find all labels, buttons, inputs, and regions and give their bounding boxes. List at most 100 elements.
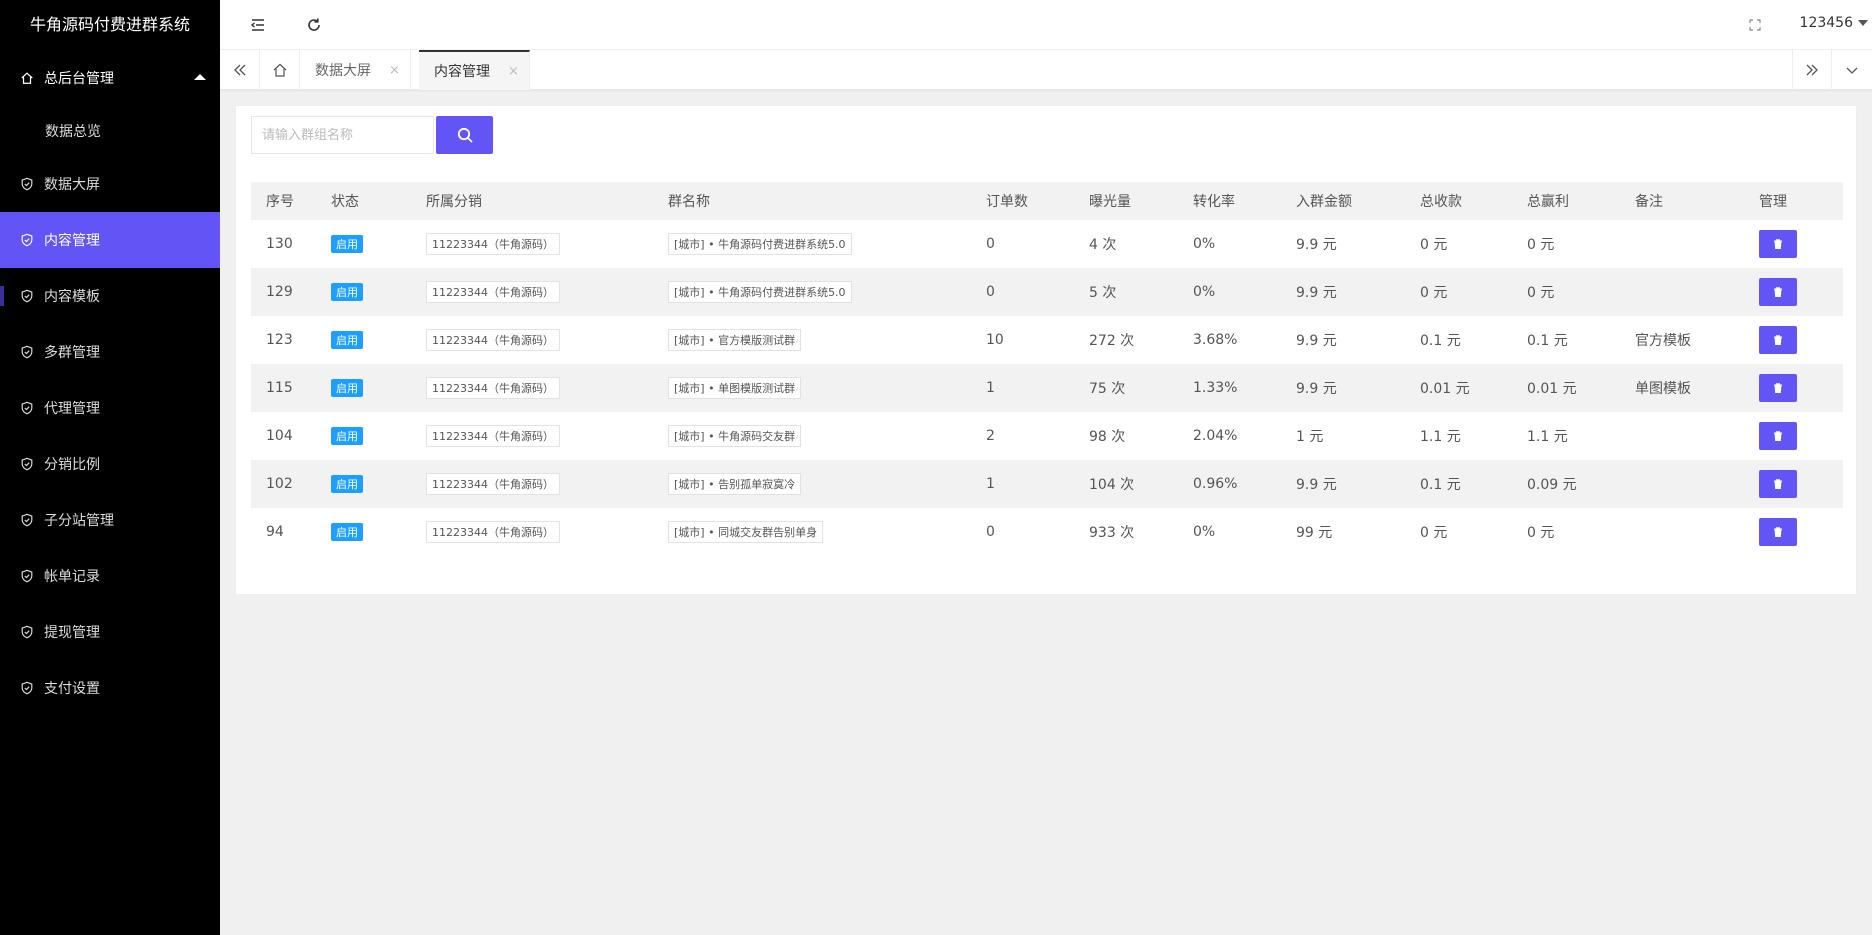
distributor-tag: 11223344（牛角源码） [426, 521, 560, 543]
tab-content-management[interactable]: 内容管理 × [419, 50, 530, 90]
distributor-tag: 11223344（牛角源码） [426, 425, 560, 447]
cell-price: 9.9 元 [1281, 268, 1405, 316]
sidebar-item-content-management[interactable]: 内容管理 [0, 212, 220, 268]
cell-rate: 0.96% [1178, 460, 1281, 508]
cell-views: 933 次 [1089, 525, 1135, 541]
search-button[interactable] [436, 116, 493, 154]
status-badge: 启用 [331, 379, 363, 397]
table-row: 102 启用 11223344（牛角源码） [城市] • 告别孤单寂寞冷 1 1… [251, 460, 1843, 508]
sidebar-item-label: 子分站管理 [44, 513, 114, 529]
shield-check-icon [20, 177, 34, 191]
sidebar-item-admin[interactable]: 总后台管理 [0, 50, 220, 106]
table-row: 94 启用 11223344（牛角源码） [城市] • 同城交友群告别单身 0 … [251, 508, 1843, 556]
cell-orders: 1 [971, 364, 1074, 412]
close-icon[interactable]: × [389, 63, 400, 78]
sidebar-item-multi-group[interactable]: 多群管理 [0, 324, 220, 380]
cell-views: 4 次 [1089, 237, 1117, 253]
cell-revenue: 0 元 [1420, 525, 1448, 541]
cell-price: 9.9 元 [1296, 333, 1337, 349]
home-tab-icon[interactable] [260, 50, 300, 90]
sidebar-item-agent[interactable]: 代理管理 [0, 380, 220, 436]
sidebar-item-withdraw[interactable]: 提现管理 [0, 604, 220, 660]
sidebar-item-substation[interactable]: 子分站管理 [0, 492, 220, 548]
search-input[interactable] [251, 116, 434, 154]
status-badge: 启用 [331, 235, 363, 253]
cell-revenue: 0.01 元 [1405, 364, 1512, 412]
group-name-tag: [城市] • 官方模版测试群 [668, 329, 802, 351]
cell-orders: 2 [986, 428, 995, 444]
cell-note [1620, 508, 1744, 556]
cell-manage [1744, 364, 1843, 412]
sidebar-item-content-template[interactable]: 内容模板 [0, 268, 220, 324]
col-header-orders: 订单数 [971, 182, 1074, 220]
cell-manage [1744, 220, 1843, 268]
cell-id: 129 [251, 268, 316, 316]
fullscreen-icon[interactable] [1744, 14, 1766, 36]
cell-orders: 1 [971, 460, 1074, 508]
cell-status: 启用 [316, 268, 411, 316]
delete-button[interactable] [1759, 230, 1797, 258]
cell-manage [1744, 412, 1843, 460]
delete-button[interactable] [1759, 278, 1797, 306]
user-menu[interactable]: 123456 [1800, 15, 1868, 31]
cell-orders: 0 [986, 236, 995, 252]
sidebar-item-label: 帐单记录 [44, 569, 100, 585]
tabs-scroll-right-icon[interactable] [1792, 50, 1832, 90]
cell-distributor: 11223344（牛角源码） [411, 268, 653, 316]
cell-revenue: 1.1 元 [1420, 429, 1461, 445]
trash-icon [1772, 334, 1784, 346]
sidebar-item-label: 数据总览 [45, 124, 101, 140]
shield-check-icon [20, 625, 34, 639]
sidebar-item-payment[interactable]: 支付设置 [0, 660, 220, 716]
cell-id: 123 [266, 332, 293, 348]
status-badge: 启用 [331, 523, 363, 541]
menu-toggle-icon[interactable] [247, 14, 269, 36]
sidebar-item-overview[interactable]: 数据总览 [0, 106, 220, 156]
cell-group-name: [城市] • 牛角源码付费进群系统5.0 [653, 220, 971, 268]
cell-status: 启用 [316, 508, 411, 556]
table-row: 130 启用 11223344（牛角源码） [城市] • 牛角源码付费进群系统5… [251, 220, 1843, 268]
col-header-group-name: 群名称 [653, 182, 971, 220]
cell-profit: 0 元 [1527, 525, 1555, 541]
cell-id: 102 [251, 460, 316, 508]
cell-id: 130 [266, 236, 293, 252]
sidebar-item-big-screen[interactable]: 数据大屏 [0, 156, 220, 212]
close-icon[interactable]: × [508, 64, 519, 79]
sidebar-item-label: 提现管理 [44, 625, 100, 641]
sidebar-item-billing[interactable]: 帐单记录 [0, 548, 220, 604]
cell-profit: 0.1 元 [1527, 333, 1568, 349]
cell-orders: 10 [986, 332, 1004, 348]
delete-button[interactable] [1759, 326, 1797, 354]
tabs-scroll-left-icon[interactable] [220, 50, 260, 90]
sidebar-item-label: 支付设置 [44, 681, 100, 697]
cell-id: 115 [251, 364, 316, 412]
tab-big-screen[interactable]: 数据大屏 × [300, 50, 411, 90]
shield-check-icon [20, 457, 34, 471]
delete-button[interactable] [1759, 518, 1797, 546]
delete-button[interactable] [1759, 470, 1797, 498]
refresh-icon[interactable] [303, 14, 325, 36]
sidebar-item-distribution-ratio[interactable]: 分销比例 [0, 436, 220, 492]
delete-button[interactable] [1759, 422, 1797, 450]
col-header-revenue: 总收款 [1405, 182, 1512, 220]
cell-distributor: 11223344（牛角源码） [411, 220, 653, 268]
cell-status: 启用 [316, 460, 411, 508]
groups-table: 序号 状态 所属分销 群名称 订单数 曝光量 转化率 入群金额 总收款 总赢利 … [251, 182, 1843, 556]
cell-orders: 0 [971, 268, 1074, 316]
cell-status: 启用 [316, 220, 411, 268]
cell-manage [1744, 508, 1843, 556]
table-header-row: 序号 状态 所属分销 群名称 订单数 曝光量 转化率 入群金额 总收款 总赢利 … [251, 182, 1843, 220]
sidebar-item-label: 数据大屏 [44, 177, 100, 193]
cell-manage [1744, 268, 1843, 316]
home-icon [20, 71, 34, 85]
status-badge: 启用 [331, 475, 363, 493]
shield-check-icon [20, 233, 34, 247]
tabs-dropdown-icon[interactable] [1832, 50, 1872, 90]
cell-revenue: 0 元 [1420, 237, 1448, 253]
delete-button[interactable] [1759, 374, 1797, 402]
cell-status: 启用 [316, 364, 411, 412]
trash-icon [1772, 526, 1784, 538]
status-badge: 启用 [331, 427, 363, 445]
cell-id: 94 [266, 524, 284, 540]
username: 123456 [1799, 15, 1853, 31]
